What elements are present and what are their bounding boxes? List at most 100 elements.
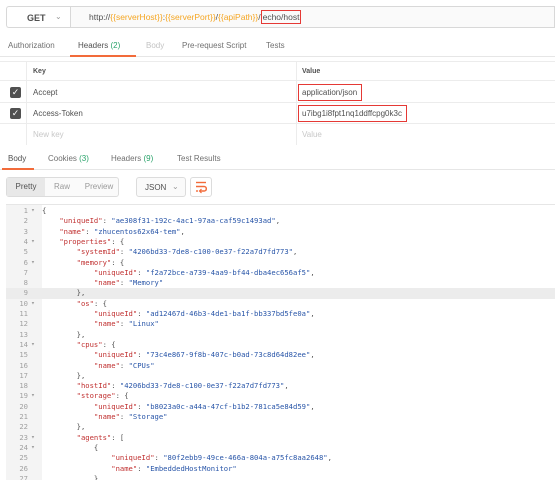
code-text: "storage": { bbox=[76, 391, 129, 401]
code-line: 10 ▾ "os": { bbox=[6, 299, 555, 309]
line-number: 27 bbox=[19, 473, 28, 480]
line-number: 16 bbox=[19, 360, 28, 370]
tab-label: Body bbox=[8, 154, 27, 163]
code-text: "properties": { bbox=[59, 236, 125, 246]
tab-label: Authorization bbox=[8, 41, 55, 50]
line-number: 26 bbox=[19, 463, 28, 473]
active-tab-underline bbox=[2, 168, 34, 170]
code-line: 12 "name": "Linux" bbox=[6, 319, 555, 329]
line-number: 1 bbox=[23, 206, 28, 215]
tab-response-headers[interactable]: Headers (9) bbox=[111, 154, 153, 163]
line-number: 8 bbox=[23, 278, 28, 288]
tab-pre-request-script[interactable]: Pre-request Script bbox=[182, 41, 246, 50]
code-line: 27 } bbox=[6, 474, 555, 480]
format-select[interactable]: JSON ⌄ bbox=[136, 177, 186, 197]
code-text: "uniqueId": "80f2ebb9-49ce-466a-804a-a75… bbox=[111, 453, 332, 463]
code-line: 13 }, bbox=[6, 330, 555, 340]
code-line: 5 "systemId": "4206bd33-7de8-c100-0e37-f… bbox=[6, 247, 555, 257]
url-prefix: http:// bbox=[89, 12, 111, 22]
view-mode-raw[interactable]: Raw bbox=[45, 178, 79, 196]
code-line: 25 "uniqueId": "80f2ebb9-49ce-466a-804a-… bbox=[6, 453, 555, 463]
tab-tests[interactable]: Tests bbox=[266, 41, 285, 50]
request-bar: GET ⌄ http://{{serverHost}}:{{serverPort… bbox=[0, 0, 555, 34]
url-input[interactable]: http://{{serverHost}}:{{serverPort}}/{{a… bbox=[70, 6, 555, 28]
fold-toggle-icon[interactable]: ▾ bbox=[31, 206, 35, 214]
line-number: 2 bbox=[23, 216, 28, 226]
new-value-input[interactable]: Value bbox=[302, 130, 322, 139]
chevron-down-icon: ⌄ bbox=[55, 12, 62, 21]
code-text: { bbox=[42, 442, 99, 452]
tab-authorization[interactable]: Authorization bbox=[8, 41, 55, 50]
code-line: 21 "name": "Storage" bbox=[6, 412, 555, 422]
row-checkbox[interactable]: ✓ bbox=[10, 108, 21, 119]
code-text: "cpus": { bbox=[76, 339, 116, 349]
header-value[interactable]: u7ibg1i8fpt1nq1ddffcpg0k3c bbox=[298, 105, 407, 122]
line-number: 4 bbox=[23, 236, 28, 246]
wrap-lines-button[interactable] bbox=[190, 177, 212, 197]
code-line: 20 "uniqueId": "b8023a0c-a44a-47cf-b1b2-… bbox=[6, 402, 555, 412]
line-number: 12 bbox=[19, 319, 28, 329]
tab-response-body[interactable]: Body bbox=[8, 154, 26, 163]
view-mode-group: Pretty Raw Preview bbox=[6, 177, 119, 197]
fold-toggle-icon[interactable]: ▾ bbox=[31, 237, 35, 245]
method-label: GET bbox=[27, 13, 46, 23]
code-text: { bbox=[42, 206, 47, 215]
line-number: 23 bbox=[19, 432, 28, 442]
tab-body[interactable]: Body bbox=[146, 41, 164, 50]
method-select[interactable]: GET ⌄ bbox=[6, 6, 70, 28]
format-label: JSON bbox=[145, 183, 167, 192]
code-line: 2 "uniqueId": "ae308f31-192c-4ac1-97aa-c… bbox=[6, 216, 555, 226]
response-body-editor[interactable]: 1 ▾{2 "uniqueId": "ae308f31-192c-4ac1-97a… bbox=[6, 204, 555, 480]
view-mode-pretty[interactable]: Pretty bbox=[7, 178, 45, 196]
header-value[interactable]: application/json bbox=[298, 84, 363, 101]
code-text: "name": "CPUs" bbox=[93, 360, 155, 370]
code-text: } bbox=[42, 473, 99, 480]
fold-toggle-icon[interactable]: ▾ bbox=[31, 340, 35, 348]
tab-label: Headers bbox=[111, 154, 142, 163]
line-number: 14 bbox=[19, 339, 28, 349]
fold-toggle-icon[interactable]: ▾ bbox=[31, 443, 35, 451]
code-line: 16 "name": "CPUs" bbox=[6, 361, 555, 371]
url-var-api-path: {{apiPath}} bbox=[218, 12, 259, 22]
line-number: 19 bbox=[19, 391, 28, 401]
code-text: "name": "Memory" bbox=[93, 278, 164, 288]
tab-count: (3) bbox=[79, 154, 89, 163]
tab-headers[interactable]: Headers (2) bbox=[78, 41, 120, 50]
code-text: }, bbox=[42, 288, 86, 298]
column-divider bbox=[26, 61, 27, 145]
line-number: 21 bbox=[19, 412, 28, 421]
header-key[interactable]: Accept bbox=[33, 88, 57, 97]
code-line: 11 "uniqueId": "ad12467d-46b3-4de1-ba1f-… bbox=[6, 309, 555, 319]
fold-toggle-icon[interactable]: ▾ bbox=[31, 299, 35, 307]
response-tabs: Body Cookies (3) Headers (9) Test Result… bbox=[0, 148, 555, 170]
wrap-lines-icon bbox=[196, 181, 207, 194]
tab-cookies[interactable]: Cookies (3) bbox=[48, 154, 89, 163]
line-number: 22 bbox=[19, 422, 28, 432]
code-line: 6 ▾ "memory": { bbox=[6, 258, 555, 268]
header-key[interactable]: Access-Token bbox=[33, 109, 83, 118]
line-number: 10 bbox=[19, 298, 28, 308]
code-line: 18 "hostId": "4206bd33-7de8-c100-0e37-f2… bbox=[6, 381, 555, 391]
url-var-server-host: {{serverHost}} bbox=[110, 12, 163, 22]
code-line: 19 ▾ "storage": { bbox=[6, 391, 555, 401]
url-var-server-port: {{serverPort}} bbox=[165, 12, 216, 22]
code-line: 1 ▾ { bbox=[6, 206, 555, 216]
new-key-input[interactable]: New key bbox=[33, 130, 64, 139]
row-checkbox[interactable]: ✓ bbox=[10, 87, 21, 98]
line-number: 9 bbox=[23, 288, 28, 298]
line-number: 7 bbox=[23, 267, 28, 277]
fold-toggle-icon[interactable]: ▾ bbox=[31, 391, 35, 399]
tab-count: (2) bbox=[110, 41, 121, 50]
tab-test-results[interactable]: Test Results bbox=[177, 154, 221, 163]
view-mode-preview[interactable]: Preview bbox=[79, 178, 119, 196]
code-text: "name": "zhucentos62x64-tem", bbox=[59, 226, 185, 236]
active-tab-underline bbox=[70, 55, 136, 57]
tab-label: Cookies bbox=[48, 154, 77, 163]
fold-toggle-icon[interactable]: ▾ bbox=[31, 433, 35, 441]
code-text: "uniqueId": "73c4e867-9f8b-407c-b0ad-73c… bbox=[93, 350, 315, 360]
code-text: "name": "EmbeddedHostMonitor" bbox=[111, 463, 237, 473]
code-line: 4 ▾ "properties": { bbox=[6, 237, 555, 247]
line-number: 11 bbox=[19, 309, 28, 318]
fold-toggle-icon[interactable]: ▾ bbox=[31, 258, 35, 266]
line-number: 20 bbox=[19, 401, 28, 411]
